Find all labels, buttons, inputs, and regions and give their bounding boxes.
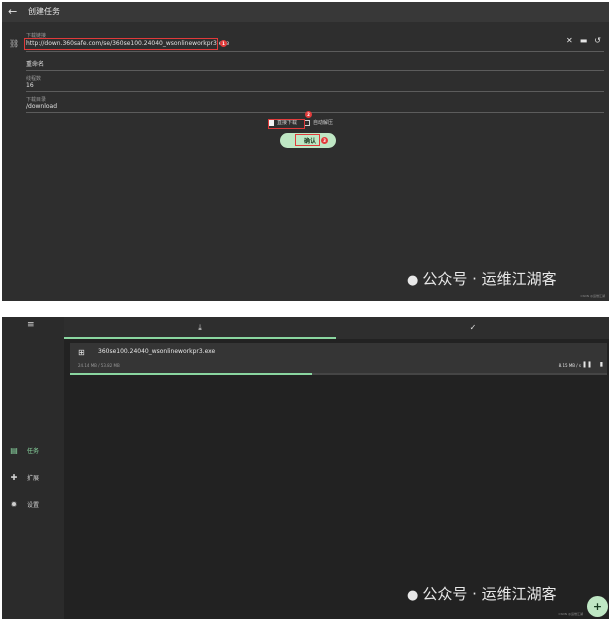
clear-icon[interactable]: ✕ (566, 36, 573, 45)
url-highlight-box (24, 38, 218, 50)
sidebar: ≡ ▤ 任务 ✚ 扩展 ✹ 设置 (2, 317, 64, 619)
sidebar-item-label: 任务 (27, 448, 40, 455)
sidebar-item-label: 设置 (27, 502, 40, 509)
sidebar-item-label: 扩展 (27, 475, 40, 482)
task-speed: 8.15 MB / s (558, 363, 581, 368)
download-manager-panel: ≡ ▤ 任务 ✚ 扩展 ✹ 设置 ⤓ ✓ ⊞ 360se100.24040_ws… (2, 317, 609, 619)
check-icon: ✓ (469, 323, 477, 332)
link-icon: ⛓ (9, 39, 20, 48)
path-underline (26, 112, 604, 113)
page-title: 创建任务 (28, 7, 60, 16)
wechat-icon: ● (407, 588, 419, 603)
windows-icon: ⊞ (78, 348, 85, 357)
arrow-left-icon[interactable]: ← (8, 5, 17, 19)
step-badge-2: 2 (305, 111, 312, 118)
wechat-icon: ● (407, 273, 419, 288)
threads-label: 线程数 (26, 76, 42, 82)
file-icon: ▤ (10, 446, 18, 455)
direct-download-highlight (268, 119, 305, 129)
download-icon: ⤓ (198, 323, 202, 332)
credit: CSDN @运维江湖 (580, 294, 605, 298)
path-label: 下载目录 (26, 97, 47, 103)
gear-icon: ✹ (10, 500, 18, 509)
tab-downloading[interactable]: ⤓ (64, 317, 336, 339)
url-tools: ✕ ▬ ↺ (566, 36, 601, 45)
add-task-button[interactable]: + (587, 596, 608, 617)
tab-completed[interactable]: ✓ (337, 317, 609, 339)
progress-bar (70, 373, 607, 375)
task-filename: 360se100.24040_wsonlineworkpr3.exe (98, 348, 216, 355)
threads-underline (26, 91, 604, 92)
confirm-highlight (295, 134, 320, 146)
rename-underline (26, 70, 604, 71)
watermark: ● 公众号 · 运维江湖客 (407, 585, 557, 603)
tab-bar: ⤓ ✓ (64, 317, 609, 339)
progress-fill (70, 373, 312, 375)
step-badge-1: 1 (220, 40, 227, 47)
task-size: 24.14 MB / 53.82 MB (78, 363, 120, 368)
menu-icon[interactable]: ≡ (27, 320, 35, 330)
create-task-panel: ← 创建任务 ⛓ 下载链接 http://down.360safe.com/se… (2, 2, 609, 301)
pause-icon[interactable]: ❚❚ (582, 361, 592, 368)
rename-input[interactable]: 重命名 (26, 59, 44, 68)
threads-input[interactable]: 16 (26, 82, 34, 89)
credit: CSDN @运维江湖 (558, 612, 583, 616)
puzzle-icon: ✚ (10, 473, 18, 482)
sidebar-item-settings[interactable]: ✹ 设置 (10, 500, 39, 509)
folder-icon[interactable]: ▬ (580, 36, 588, 45)
auto-extract-label: 自动解压 (313, 120, 334, 126)
app-bar: ← 创建任务 (2, 2, 609, 22)
path-input[interactable]: /download (26, 103, 57, 110)
url-underline (26, 51, 604, 52)
watermark: ● 公众号 · 运维江湖客 (407, 270, 557, 288)
trash-icon[interactable]: ▮ (600, 361, 603, 368)
task-card[interactable]: ⊞ 360se100.24040_wsonlineworkpr3.exe 24.… (70, 343, 607, 373)
step-badge-3: 3 (321, 137, 328, 144)
active-tab-indicator (64, 337, 336, 339)
sidebar-item-extensions[interactable]: ✚ 扩展 (10, 473, 39, 482)
sidebar-item-tasks[interactable]: ▤ 任务 (10, 446, 39, 455)
history-icon[interactable]: ↺ (594, 36, 601, 45)
